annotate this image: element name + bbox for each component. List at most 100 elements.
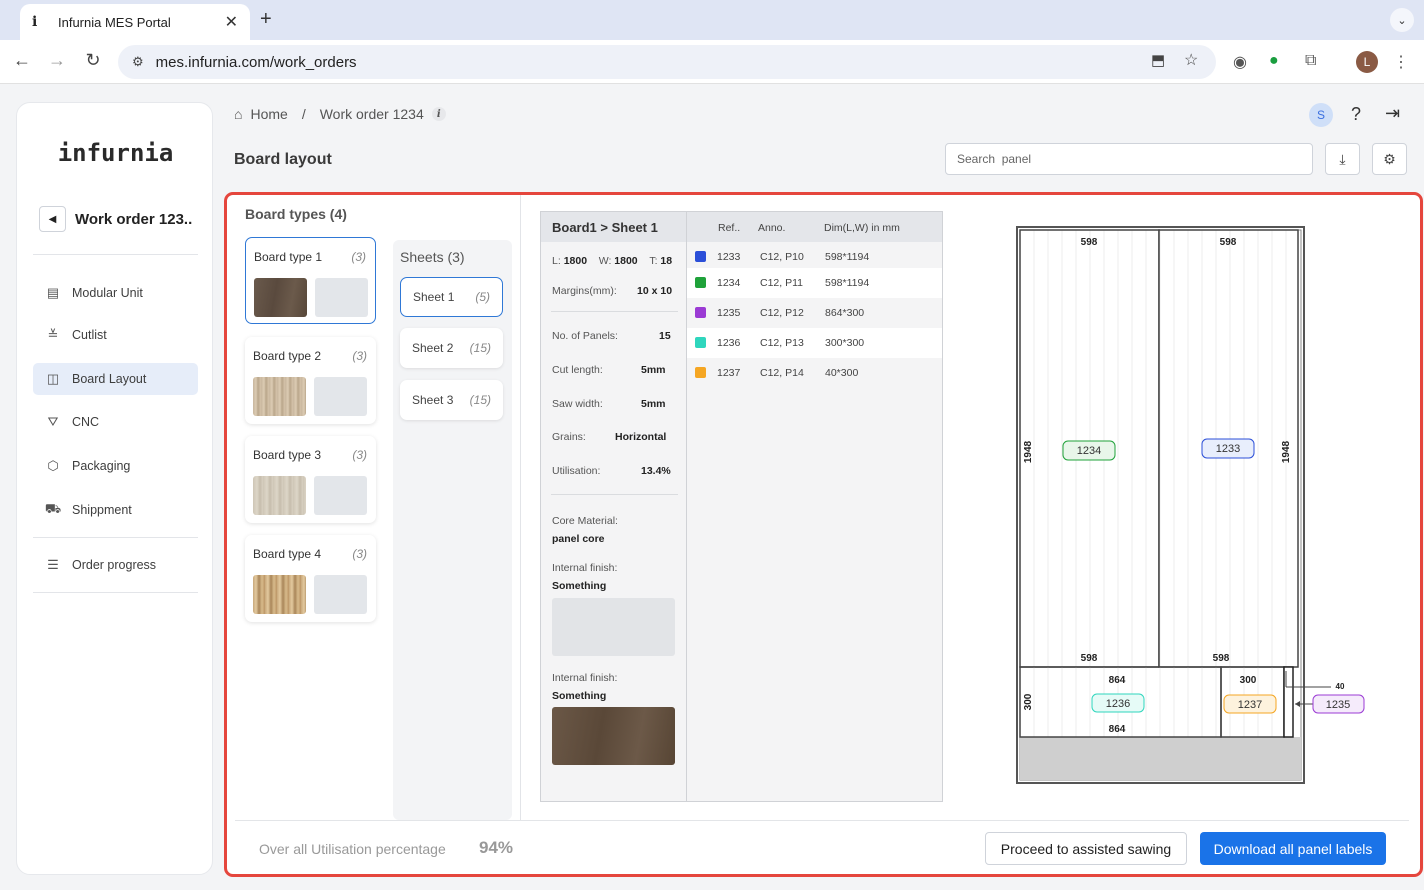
table-row[interactable]: 1236 C12, P13 300*300 [687,328,942,358]
close-tab-icon[interactable]: ✕ [225,12,238,32]
extensions-icon[interactable]: ⧉ [1305,52,1316,70]
download-labels-button[interactable]: Download all panel labels [1200,832,1386,865]
board-type-name: Board type 3 [253,448,322,462]
row-dim: 300*300 [825,337,865,349]
sheet-name: Sheet 3 [412,393,454,407]
truck-icon: ⛟ [44,501,62,516]
board-type-card[interactable]: Board type 4 (3) [245,535,376,622]
table-row[interactable]: 1237 C12, P14 40*300 [687,358,942,388]
profile-avatar[interactable]: L [1356,51,1378,73]
box-icon: ⬡ [47,458,59,473]
color-swatch [695,337,706,348]
bookmark-star-icon[interactable]: ☆ [1184,50,1198,70]
infurnia-logo: infurnia [57,139,174,167]
breadcrumb-home[interactable]: Home [250,106,287,122]
logout-icon[interactable]: ⇥ [1385,103,1400,124]
sidebar-item-cutlist[interactable]: ≚ Cutlist [33,319,198,351]
util-label: Utilisation: [552,465,601,477]
finish1-swatch [552,598,675,656]
panel-1235[interactable] [1283,666,1294,738]
board-type-card[interactable]: Board type 3 (3) [245,436,376,523]
tab-search-icon[interactable]: ⌄ [1390,8,1414,32]
sidebar-item-label: Modular Unit [72,286,143,300]
forward-icon[interactable]: → [45,50,69,71]
sidebar-item-label: Cutlist [72,328,107,342]
user-avatar[interactable]: S [1309,103,1333,127]
new-tab-icon[interactable]: + [260,8,272,31]
table-row[interactable]: 1235 C12, P12 864*300 [687,298,942,328]
sidebar-item-shippment[interactable]: ⛟ Shippment [33,494,198,526]
back-icon[interactable]: ← [10,50,34,71]
camera-icon[interactable]: ◉ [1233,52,1247,72]
install-app-icon[interactable]: ⬒ [1151,51,1165,69]
list-icon: ☰ [47,557,59,572]
download-button[interactable]: ⤓ [1325,143,1360,175]
page-title: Board layout [234,151,332,168]
margins-label: Margins(mm): [552,285,617,297]
cutting-diagram-svg: 598 598 598 598 1948 1948 1234 1233 864 … [1016,226,1365,784]
board-swatch [253,575,306,614]
dim-mid-bottom: 864 [1109,724,1126,735]
sidebar-item-modular-unit[interactable]: ▤ Modular Unit [33,277,198,309]
browser-tabstrip: i Infurnia MES Portal ✕ + ⌄ [0,0,1424,40]
board-type-card[interactable]: Board type 1 (3) [245,237,376,324]
sidebar-item-board-layout[interactable]: ◫ Board Layout [33,363,198,395]
caret-left-icon: ◀ [48,213,57,225]
browser-tab[interactable]: i Infurnia MES Portal ✕ [20,4,250,40]
board-type-name: Board type 4 [253,547,322,561]
dim-left-small: 300 [1023,693,1034,710]
tag-1234: 1234 [1077,445,1101,457]
browser-toolbar: ← → ↻ ⚙ mes.infurnia.com/work_orders ⬒ ☆… [0,40,1424,84]
proceed-sawing-button[interactable]: Proceed to assisted sawing [985,832,1187,865]
url-text: mes.infurnia.com/work_orders [155,53,357,71]
cnc-icon: ⛛ [47,414,59,429]
col-dim: Dim(L,W) in mm [824,222,900,234]
board-swatch [253,377,306,416]
help-icon[interactable]: ? [1351,104,1361,125]
board-swatch [253,476,306,515]
sidebar-item-packaging[interactable]: ⬡ Packaging [33,450,198,482]
breadcrumb-separator: / [301,106,306,122]
sheet-count: (5) [475,290,490,304]
sidebar-item-label: CNC [72,415,100,429]
sidebar-item-cnc[interactable]: ⛛ CNC [33,406,198,438]
tag-1235: 1235 [1326,699,1350,711]
row-ref: 1237 [717,367,741,379]
settings-button[interactable]: ⚙ [1372,143,1407,175]
sheet-count: (15) [469,393,491,407]
board-type-name: Board type 1 [254,250,323,264]
cut-value: 5mm [641,364,666,376]
tab-title: Infurnia MES Portal [58,14,171,30]
col-ref: Ref.. [718,222,741,234]
browser-menu-icon[interactable]: ⋮ [1393,52,1409,72]
panels-label: No. of Panels: [552,330,618,342]
cutlist-icon: ≚ [47,327,59,342]
board-type-name: Board type 2 [253,349,322,363]
info-icon[interactable]: i [431,107,446,121]
address-bar[interactable]: ⚙ mes.infurnia.com/work_orders [118,45,1216,79]
color-swatch [695,277,706,288]
tag-1236: 1236 [1106,698,1130,710]
grammarly-icon[interactable]: ● [1269,52,1279,70]
sidebar-item-order-progress[interactable]: ☰ Order progress [33,549,198,581]
sidebar-divider [33,537,198,538]
grains-label: Grains: [552,431,586,443]
panels-table-header: Ref.. Anno. Dim(L,W) in mm [687,212,942,242]
table-row[interactable]: 1234 C12, P11 598*1194 [687,268,942,298]
row-ref: 1236 [717,337,741,349]
sheet-card[interactable]: Sheet 3 (15) [400,380,503,420]
dim-small-top: 300 [1240,675,1257,686]
sheet-name: Sheet 2 [412,341,454,355]
site-settings-icon[interactable]: ⚙ [132,54,144,70]
search-input[interactable] [945,143,1313,175]
sheet-card[interactable]: Sheet 2 (15) [400,328,503,368]
sidebar-divider [33,592,198,593]
overall-util-label: Over all Utilisation percentage [259,841,446,857]
reload-icon[interactable]: ↻ [81,50,105,71]
sidebar-item-label: Packaging [72,459,131,473]
sheet-card[interactable]: Sheet 1 (5) [400,277,503,317]
sidebar-divider [33,254,198,255]
board-type-card[interactable]: Board type 2 (3) [245,337,376,424]
finish2-swatch [552,707,675,765]
back-button[interactable]: ◀ [39,206,66,232]
